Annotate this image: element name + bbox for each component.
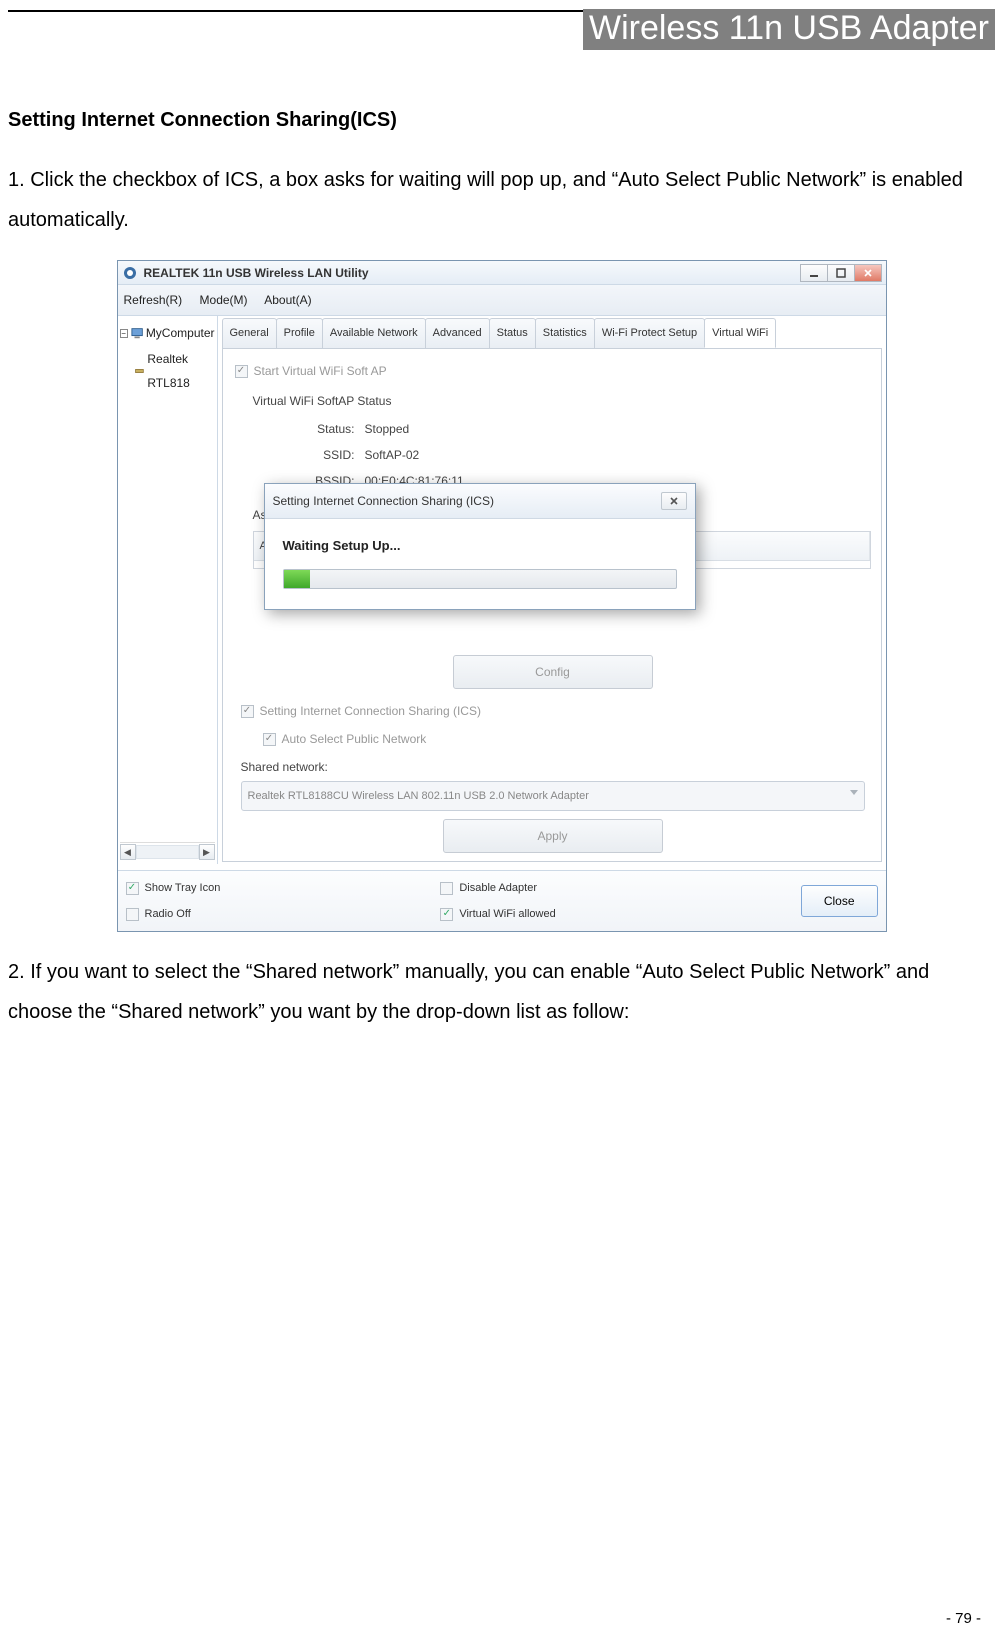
menu-refresh[interactable]: Refresh(R): [124, 293, 183, 307]
tree-child[interactable]: Realtek RTL818: [134, 347, 215, 395]
close-button[interactable]: Close: [801, 885, 878, 917]
menu-about[interactable]: About(A): [264, 293, 311, 307]
menu-bar: Refresh(R) Mode(M) About(A): [118, 285, 886, 316]
page-number: - 79 -: [946, 1610, 981, 1627]
checkbox-icon: ✓: [241, 705, 254, 718]
status-key: Status:: [295, 417, 355, 441]
config-button[interactable]: Config: [453, 655, 653, 689]
scroll-track[interactable]: [136, 845, 199, 859]
wait-text: Waiting Setup Up...: [283, 533, 677, 559]
tab-advanced[interactable]: Advanced: [425, 318, 490, 348]
radio-off-label: Radio Off: [145, 903, 191, 925]
app-window: REALTEK 11n USB Wireless LAN Utility Ref…: [117, 260, 887, 932]
tree-pane: − MyComputer Realtek RTL818 ◀ ▶: [118, 316, 218, 864]
progress-fill: [284, 570, 310, 588]
menu-mode[interactable]: Mode(M): [200, 293, 248, 307]
scroll-left-button[interactable]: ◀: [120, 844, 136, 860]
page-title: Wireless 11n USB Adapter: [583, 9, 995, 50]
progress-bar: [283, 569, 677, 589]
scroll-right-button[interactable]: ▶: [199, 844, 215, 860]
checkbox-icon: ✓: [263, 733, 276, 746]
softap-status-group: Virtual WiFi SoftAP Status: [253, 389, 871, 413]
paragraph-1: 1. Click the checkbox of ICS, a box asks…: [8, 160, 995, 240]
checkbox-auto-select[interactable]: ✓ Auto Select Public Network: [263, 727, 871, 751]
minimize-button[interactable]: [800, 264, 828, 282]
app-icon: [122, 265, 138, 281]
checkbox-icon: ✓: [235, 365, 248, 378]
vwifi-allowed-label: Virtual WiFi allowed: [459, 903, 555, 925]
tree-root[interactable]: − MyComputer: [120, 321, 215, 345]
bottom-bar: ✓Show Tray Icon ✓Radio Off ✓Disable Adap…: [118, 870, 886, 931]
tab-general[interactable]: General: [222, 318, 277, 348]
checkbox-vwifi-allowed[interactable]: ✓Virtual WiFi allowed: [440, 903, 555, 925]
maximize-button[interactable]: [827, 264, 855, 282]
checkbox-start-ap-label: Start Virtual WiFi Soft AP: [254, 359, 387, 383]
checkbox-disable-adapter[interactable]: ✓Disable Adapter: [440, 877, 555, 899]
tab-profile[interactable]: Profile: [276, 318, 323, 348]
checkbox-ics-label: Setting Internet Connection Sharing (ICS…: [260, 699, 481, 723]
tab-virtual-wifi[interactable]: Virtual WiFi: [704, 318, 776, 348]
close-window-button[interactable]: [854, 264, 882, 282]
tab-wps[interactable]: Wi-Fi Protect Setup: [594, 318, 705, 348]
adapter-icon: [134, 364, 145, 378]
dialog-close-button[interactable]: [661, 492, 687, 510]
section-heading: Setting Internet Connection Sharing(ICS): [8, 100, 995, 140]
checkbox-radio-off[interactable]: ✓Radio Off: [126, 903, 221, 925]
checkbox-show-tray[interactable]: ✓Show Tray Icon: [126, 877, 221, 899]
computer-icon: [131, 326, 143, 340]
ssid-value: SoftAP-02: [365, 443, 420, 467]
checkbox-start-ap[interactable]: ✓ Start Virtual WiFi Soft AP: [235, 359, 871, 383]
shared-network-dropdown[interactable]: Realtek RTL8188CU Wireless LAN 802.11n U…: [241, 781, 865, 811]
ssid-key: SSID:: [295, 443, 355, 467]
title-bar: REALTEK 11n USB Wireless LAN Utility: [118, 261, 886, 285]
status-value: Stopped: [365, 417, 410, 441]
checkbox-auto-select-label: Auto Select Public Network: [282, 727, 427, 751]
checkbox-ics[interactable]: ✓ Setting Internet Connection Sharing (I…: [241, 699, 871, 723]
disable-adapter-label: Disable Adapter: [459, 877, 537, 899]
tab-status[interactable]: Status: [489, 318, 536, 348]
tab-available-network[interactable]: Available Network: [322, 318, 426, 348]
apply-button[interactable]: Apply: [443, 819, 663, 853]
tab-statistics[interactable]: Statistics: [535, 318, 595, 348]
tree-child-label: Realtek RTL818: [147, 347, 214, 395]
app-title: REALTEK 11n USB Wireless LAN Utility: [144, 261, 369, 285]
dialog-title: Setting Internet Connection Sharing (ICS…: [273, 489, 494, 513]
expander-icon[interactable]: −: [120, 329, 128, 338]
tree-root-label: MyComputer: [146, 321, 215, 345]
shared-network-label: Shared network:: [241, 755, 871, 779]
tabstrip: General Profile Available Network Advanc…: [222, 318, 882, 348]
ics-wait-dialog: Setting Internet Connection Sharing (ICS…: [264, 483, 696, 610]
paragraph-2: 2. If you want to select the “Shared net…: [8, 952, 995, 1032]
show-tray-label: Show Tray Icon: [145, 877, 221, 899]
